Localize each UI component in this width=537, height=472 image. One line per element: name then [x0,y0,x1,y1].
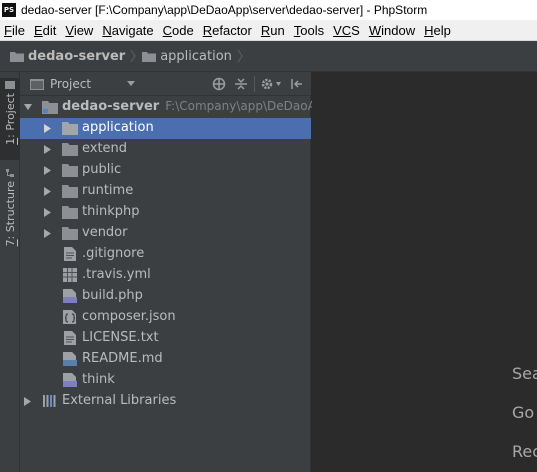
php-file-icon [63,373,77,387]
breadcrumb-separator-icon [130,50,136,62]
menu-refactor[interactable]: Refactor [199,23,257,38]
collapsed-arrow-icon[interactable] [44,208,52,217]
window-title: dedao-server [F:\Company\app\DeDaoApp\se… [21,3,428,17]
breadcrumb-item-root[interactable]: dedao-server [28,49,125,64]
menu-help[interactable]: Help [420,23,456,38]
collapsed-arrow-icon[interactable] [44,229,52,238]
library-icon [43,395,56,407]
menu-tools[interactable]: Tools [290,23,329,38]
window-title-bar: PS dedao-server [F:\Company\app\DeDaoApp… [0,0,537,20]
folder-icon [62,185,78,198]
tree-item-label: README.md [82,351,163,366]
scroll-from-source-icon[interactable] [212,77,226,91]
tree-item-think[interactable]: think [20,370,311,391]
tree-item-label: External Libraries [62,393,177,408]
tree-item-label: think [82,372,115,387]
chevron-down-icon[interactable] [127,81,135,87]
tree-item-label: runtime [82,183,134,198]
tree-item-travis-yml[interactable]: .travis.yml [20,265,311,286]
project-view-icon [30,79,44,90]
tab-structure-label: 7: Structure [3,181,17,247]
tree-item-application[interactable]: application [20,118,311,139]
tree-item-label: build.php [82,288,143,303]
gear-icon[interactable] [260,77,274,91]
menu-code[interactable]: Code [159,23,199,38]
markdown-file-icon [63,352,77,366]
menu-view[interactable]: View [61,23,98,38]
project-panel: Project dedao-server F:\Company\app\DeDa… [20,72,331,472]
menu-bar: File Edit View Navigate Code Refactor Ru… [0,20,537,41]
collapsed-arrow-icon[interactable] [44,187,52,196]
collapsed-arrow-icon[interactable] [44,145,52,154]
hide-panel-icon[interactable] [290,77,304,91]
folder-icon [62,122,78,135]
tree-item-build-php[interactable]: build.php [20,286,311,307]
folder-icon [62,164,78,177]
expanded-arrow-icon[interactable] [24,103,32,112]
menu-edit[interactable]: Edit [30,23,61,38]
project-panel-header: Project [20,72,311,96]
breadcrumb-item-application[interactable]: application [160,49,232,64]
yml-file-icon [63,268,77,282]
project-icon [5,81,15,89]
menu-navigate[interactable]: Navigate [98,23,158,38]
collapsed-arrow-icon[interactable] [44,166,52,175]
tree-item-label: vendor [82,225,128,240]
text-file-icon [64,247,76,261]
collapse-all-icon[interactable] [234,77,248,91]
tree-item-gitignore[interactable]: .gitignore [20,244,311,265]
tab-project[interactable]: 1: Project [0,78,20,160]
tree-item-label: extend [82,141,128,156]
tree-item-composer-json[interactable]: composer.json [20,307,311,328]
tree-item-label: .gitignore [82,246,145,261]
tree-root-label: dedao-server F:\Company\app\DeDaoApp [62,99,332,114]
tool-window-strip: 1: Project 7: Structure [0,72,20,472]
folder-icon [62,206,78,219]
menu-run[interactable]: Run [257,23,290,38]
tree-root-path: F:\Company\app\DeDaoApp [165,99,332,113]
folder-icon [62,227,78,240]
tree-item-external-libraries[interactable]: External Libraries [20,391,311,412]
tree-item-label: public [82,162,122,177]
tree-item-label: application [82,120,154,135]
tree-item-label: .travis.yml [82,267,151,282]
editor-hint-recent: Rec [512,442,537,461]
tab-structure[interactable]: 7: Structure [0,166,20,248]
tree-item-runtime[interactable]: runtime [20,181,311,202]
chevron-down-icon[interactable] [276,82,281,86]
json-file-icon [63,310,76,324]
menu-vcs[interactable]: VCS [329,23,365,38]
menu-file[interactable]: File [0,23,30,38]
tree-item-label: composer.json [82,309,176,324]
module-folder-icon [42,101,58,114]
tree-item-public[interactable]: public [20,160,311,181]
tree-item-vendor[interactable]: vendor [20,223,311,244]
tab-project-label: 1: Project [3,93,17,145]
structure-icon [6,169,14,177]
toolbar-divider [254,76,255,92]
collapsed-arrow-icon[interactable] [44,124,52,133]
text-file-icon [64,331,76,345]
breadcrumb-separator-icon [237,50,243,62]
editor-area[interactable]: Sea Go Rec [312,72,537,472]
tree-item-extend[interactable]: extend [20,139,311,160]
tree-item-label: LICENSE.txt [82,330,159,345]
menu-window[interactable]: Window [365,23,420,38]
editor-hint-goto: Go [512,403,535,422]
php-file-icon [63,289,77,303]
tree-item-thinkphp[interactable]: thinkphp [20,202,311,223]
tree-item-license-txt[interactable]: LICENSE.txt [20,328,311,349]
phpstorm-app-icon: PS [2,3,16,17]
collapsed-arrow-icon[interactable] [24,397,32,406]
tree-root-dedao-server[interactable]: dedao-server F:\Company\app\DeDaoApp [20,97,331,118]
project-view-selector[interactable]: Project [50,77,91,91]
folder-icon [62,143,78,156]
folder-icon [142,51,157,62]
breadcrumb: dedao-server application [0,41,537,72]
tree-item-readme-md[interactable]: README.md [20,349,311,370]
folder-icon [10,51,24,62]
editor-hint-search: Sea [512,364,537,383]
tree-item-label: thinkphp [82,204,140,219]
